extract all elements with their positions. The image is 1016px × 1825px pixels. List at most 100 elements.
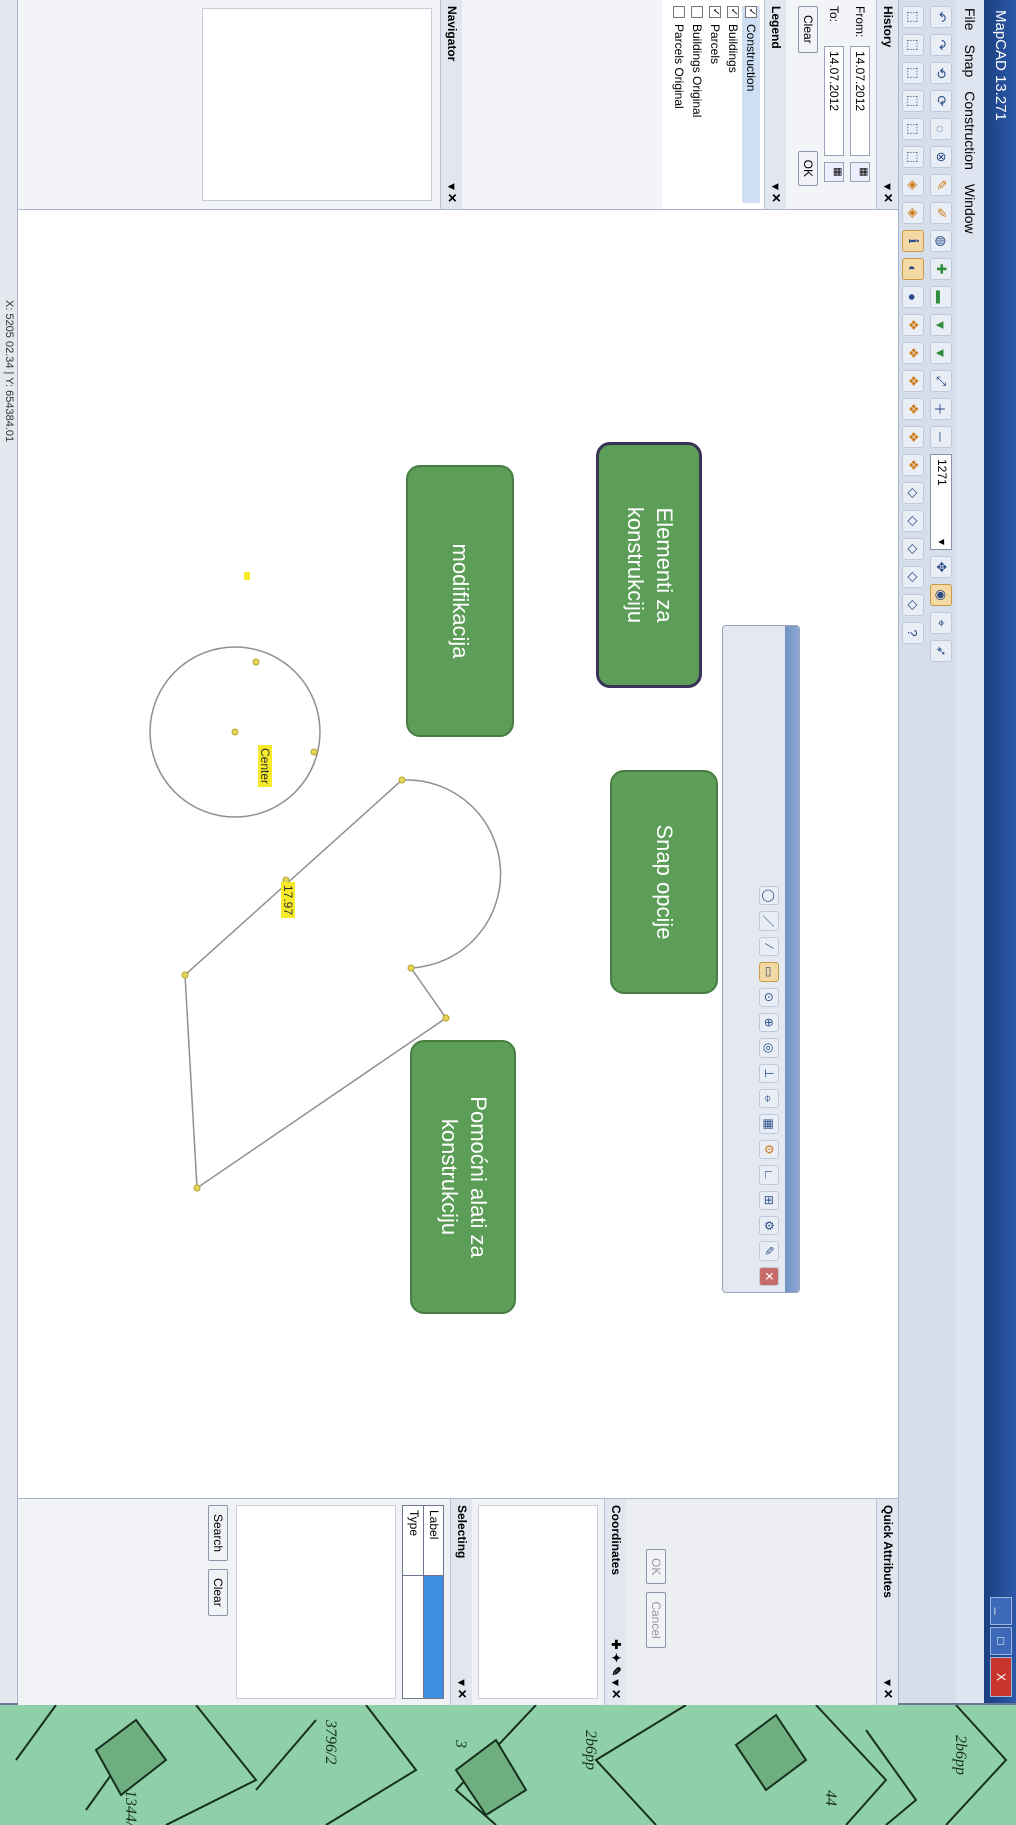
zoom-out-icon[interactable]: － bbox=[930, 426, 952, 448]
tool-icon[interactable]: ⬚ bbox=[902, 6, 924, 28]
vertex-point[interactable] bbox=[407, 964, 415, 972]
redo-icon[interactable]: ↷ bbox=[930, 34, 952, 56]
arrow-icon[interactable]: ➶ bbox=[930, 640, 952, 662]
zoom-in-icon[interactable]: ＋ bbox=[930, 398, 952, 420]
pen-tool-icon[interactable]: ✎ bbox=[759, 1241, 779, 1261]
tool-icon[interactable]: ⬚ bbox=[902, 62, 924, 84]
vertex-point[interactable] bbox=[181, 971, 189, 979]
settings-icon[interactable]: ⚙ bbox=[759, 1215, 779, 1236]
measure-icon[interactable]: ⤢ bbox=[930, 370, 952, 392]
snap-tangent-icon[interactable]: ⦵ bbox=[759, 1089, 779, 1109]
to-date-field[interactable]: 14.07.2012 bbox=[824, 46, 844, 156]
layer-icon-2[interactable]: ❖ bbox=[902, 342, 924, 364]
tool-icon[interactable]: ⬚ bbox=[902, 146, 924, 168]
vertex-point[interactable] bbox=[310, 748, 318, 756]
maximize-button[interactable]: □ bbox=[990, 1627, 1012, 1655]
clear-button[interactable]: Clear bbox=[208, 1569, 228, 1616]
qa-cancel-button[interactable]: Cancel bbox=[646, 1592, 666, 1648]
menu-file[interactable]: File bbox=[962, 8, 978, 31]
map-canvas[interactable]: Center 17.97 Elementi za konstrukciju mo… bbox=[18, 210, 898, 1498]
brush-icon[interactable]: ◈ bbox=[902, 202, 924, 224]
clear-button[interactable]: Clear bbox=[798, 6, 818, 53]
center-point[interactable] bbox=[231, 728, 239, 736]
record-icon[interactable]: ● bbox=[902, 286, 924, 308]
calendar-icon[interactable]: ▦ bbox=[850, 162, 870, 182]
selecting-results[interactable] bbox=[236, 1505, 396, 1699]
checkbox[interactable]: ✓ bbox=[745, 6, 757, 18]
layer-icon-6[interactable]: ❖ bbox=[902, 454, 924, 476]
layer-icon-5[interactable]: ❖ bbox=[902, 426, 924, 448]
layer-add-icon[interactable]: ✚ bbox=[930, 258, 952, 280]
shape-icon-3[interactable]: ◇ bbox=[902, 538, 924, 560]
table-cell-value[interactable] bbox=[403, 1576, 423, 1698]
shape-icon[interactable]: ◇ bbox=[902, 482, 924, 504]
select-icon[interactable]: ◉ bbox=[930, 584, 952, 606]
snap-center-icon[interactable]: ◎ bbox=[759, 1038, 779, 1058]
rectangle-tool-icon[interactable]: ▭ bbox=[759, 962, 779, 982]
legend-item-parcels[interactable]: ✓ Parcels bbox=[706, 6, 724, 203]
coordinate-tools-icon[interactable]: ✚ ✦ ✎ ▾ ✕ bbox=[608, 1639, 623, 1699]
angle-tool-icon[interactable]: ∟ bbox=[759, 1165, 779, 1185]
snap-icon[interactable]: ⌖ bbox=[930, 612, 952, 634]
legend-item-buildings-original[interactable]: Buildings Original bbox=[688, 6, 706, 203]
close-icon[interactable]: ▾ ✕ bbox=[880, 1680, 895, 1699]
checkbox[interactable]: ✓ bbox=[709, 6, 721, 18]
qa-ok-button[interactable]: OK bbox=[646, 1549, 666, 1585]
close-icon[interactable]: ▾ ✕ bbox=[444, 184, 459, 203]
shape-icon-5[interactable]: ◇ bbox=[902, 594, 924, 616]
coordinates-list[interactable] bbox=[478, 1505, 598, 1699]
stop-icon[interactable]: ⊗ bbox=[930, 146, 952, 168]
legend-item-parcels-original[interactable]: Parcels Original bbox=[670, 6, 688, 203]
close-icon[interactable]: ▾ ✕ bbox=[880, 184, 895, 203]
pan-icon[interactable]: ✥ bbox=[930, 556, 952, 578]
shape-icon-4[interactable]: ◇ bbox=[902, 566, 924, 588]
circle-tool-icon[interactable]: ◯ bbox=[759, 886, 779, 906]
from-date-field[interactable]: 14.07.2012 bbox=[850, 46, 870, 156]
checkbox[interactable]: ✓ bbox=[727, 6, 739, 18]
snap-auto-icon[interactable]: ⚙ bbox=[759, 1139, 779, 1160]
layer-icon[interactable]: ❖ bbox=[902, 314, 924, 336]
tool-icon[interactable]: ⬚ bbox=[902, 34, 924, 56]
scale-input[interactable]: 1271 ▾ bbox=[930, 454, 952, 550]
color-icon[interactable]: ◐ bbox=[902, 258, 924, 280]
pencil-icon[interactable]: ✎ bbox=[930, 174, 952, 196]
close-icon[interactable]: ✕ bbox=[759, 1266, 779, 1286]
checkbox[interactable] bbox=[673, 6, 685, 18]
legend-item-construction[interactable]: ✓ Construction bbox=[742, 6, 760, 203]
layer-remove-icon[interactable]: ▬ bbox=[930, 286, 952, 308]
dimension-tool-icon[interactable]: ⊞ bbox=[759, 1190, 779, 1210]
calendar-icon[interactable]: ▦ bbox=[824, 162, 844, 182]
vertex-point[interactable] bbox=[442, 1014, 450, 1022]
minimize-button[interactable]: _ bbox=[990, 1597, 1012, 1625]
triangle-down-icon[interactable]: ▼ bbox=[930, 314, 952, 336]
info-icon[interactable]: ℹ bbox=[902, 230, 924, 252]
snap-perp-icon[interactable]: ⊥ bbox=[759, 1063, 779, 1083]
table-row[interactable]: Label bbox=[423, 1506, 443, 1698]
layer-icon-3[interactable]: ❖ bbox=[902, 370, 924, 392]
search-button[interactable]: Search bbox=[208, 1505, 228, 1562]
menu-construction[interactable]: Construction bbox=[962, 91, 978, 170]
navigator-area[interactable] bbox=[202, 8, 432, 201]
menu-snap[interactable]: Snap bbox=[962, 45, 978, 78]
line-tool-icon[interactable]: ／ bbox=[759, 911, 779, 931]
help-icon[interactable]: ? bbox=[902, 622, 924, 644]
table-row[interactable]: Type bbox=[403, 1506, 423, 1698]
construction-toolbar-titlebar[interactable] bbox=[785, 626, 799, 1292]
table-cell-value[interactable] bbox=[424, 1576, 443, 1698]
snap-mid-icon[interactable]: ⊕ bbox=[759, 1012, 779, 1033]
menu-window[interactable]: Window bbox=[962, 184, 978, 234]
refresh-icon[interactable]: ◌ bbox=[930, 118, 952, 140]
tool-icon[interactable]: ⬚ bbox=[902, 118, 924, 140]
ok-button[interactable]: OK bbox=[798, 150, 818, 186]
snap-grid-icon[interactable]: ▦ bbox=[759, 1114, 779, 1134]
checkbox[interactable] bbox=[691, 6, 703, 18]
edit-icon[interactable]: ✐ bbox=[930, 202, 952, 224]
globe-icon[interactable]: ◍ bbox=[930, 230, 952, 252]
shape-icon-2[interactable]: ◇ bbox=[902, 510, 924, 532]
triangle-down-icon-2[interactable]: ▼ bbox=[930, 342, 952, 364]
close-button[interactable]: X bbox=[990, 1657, 1012, 1697]
close-icon[interactable]: ▾ ✕ bbox=[768, 184, 783, 203]
forward-icon[interactable]: ⟳ bbox=[930, 90, 952, 112]
vertex-point[interactable] bbox=[193, 1184, 201, 1192]
vertex-point[interactable] bbox=[398, 776, 406, 784]
